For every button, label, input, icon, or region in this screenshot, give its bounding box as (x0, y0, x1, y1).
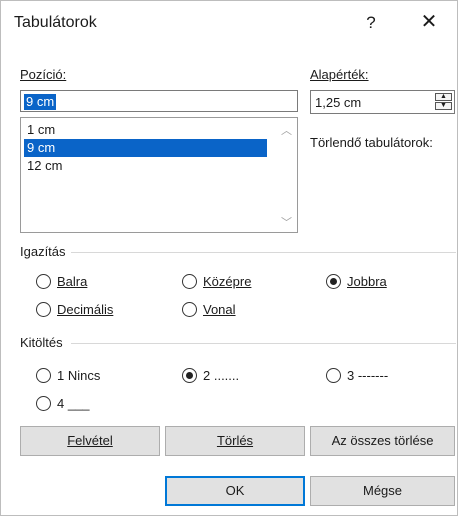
scroll-down-icon[interactable]: ﹀ (281, 214, 292, 230)
leader-underline-radio[interactable]: 4 ___ (36, 396, 90, 411)
radio-circle (36, 302, 51, 317)
position-input[interactable]: 9 cm (20, 90, 298, 112)
radio-circle (36, 396, 51, 411)
leader-section-label: Kitöltés (20, 335, 68, 350)
divider (71, 252, 456, 253)
dialog-title: Tabulátorok (14, 14, 97, 31)
align-bar-radio[interactable]: Vonal (182, 302, 236, 317)
title-bar: Tabulátorok ? ✕ (1, 1, 457, 47)
ok-button[interactable]: OK (165, 476, 305, 506)
radio-circle (326, 368, 341, 383)
align-decimal-radio[interactable]: Decimális (36, 302, 113, 317)
set-button[interactable]: Felvétel (20, 426, 160, 456)
list-item[interactable]: 1 cm (24, 121, 267, 139)
help-icon[interactable]: ? (359, 11, 383, 35)
clear-all-button[interactable]: Az összes törlése (310, 426, 455, 456)
default-stop-value: 1,25 cm (315, 95, 362, 110)
position-label: Pozíció: (20, 67, 67, 82)
tabs-dialog: Tabulátorok ? ✕ Pozíció: 9 cm 1 cm 9 cm … (0, 0, 458, 516)
close-icon[interactable]: ✕ (417, 11, 441, 35)
radio-circle (36, 368, 51, 383)
spin-up-icon[interactable]: ▲ (435, 93, 452, 101)
leader-dashes-radio[interactable]: 3 ------- (326, 368, 388, 383)
default-stop-input[interactable]: 1,25 cm ▲ ▼ (310, 90, 455, 114)
align-left-radio[interactable]: Balra (36, 274, 87, 289)
position-list[interactable]: 1 cm 9 cm 12 cm ︿ ﹀ (20, 117, 298, 233)
leader-none-radio[interactable]: 1 Nincs (36, 368, 100, 383)
spin-down-icon[interactable]: ▼ (435, 102, 452, 110)
list-scrollbar[interactable]: ︿ ﹀ (277, 118, 297, 232)
align-right-radio[interactable]: Jobbra (326, 274, 387, 289)
position-input-value: 9 cm (24, 94, 57, 110)
scroll-up-icon[interactable]: ︿ (281, 122, 292, 138)
cancel-button[interactable]: Mégse (310, 476, 455, 506)
alignment-section-label: Igazítás (20, 244, 71, 259)
radio-circle-checked (326, 274, 341, 289)
radio-circle (36, 274, 51, 289)
clear-stops-label: Törlendő tabulátorok: (310, 135, 433, 150)
divider (71, 343, 456, 344)
radio-circle-checked (182, 368, 197, 383)
align-center-radio[interactable]: Középre (182, 274, 251, 289)
radio-circle (182, 274, 197, 289)
radio-circle (182, 302, 197, 317)
default-stop-label: Alapérték: (310, 67, 369, 82)
list-item[interactable]: 12 cm (24, 157, 267, 175)
leader-dots-radio[interactable]: 2 ....... (182, 368, 239, 383)
default-stop-spinner[interactable]: ▲ ▼ (435, 93, 452, 111)
list-item-selected[interactable]: 9 cm (24, 139, 267, 157)
clear-button[interactable]: Törlés (165, 426, 305, 456)
